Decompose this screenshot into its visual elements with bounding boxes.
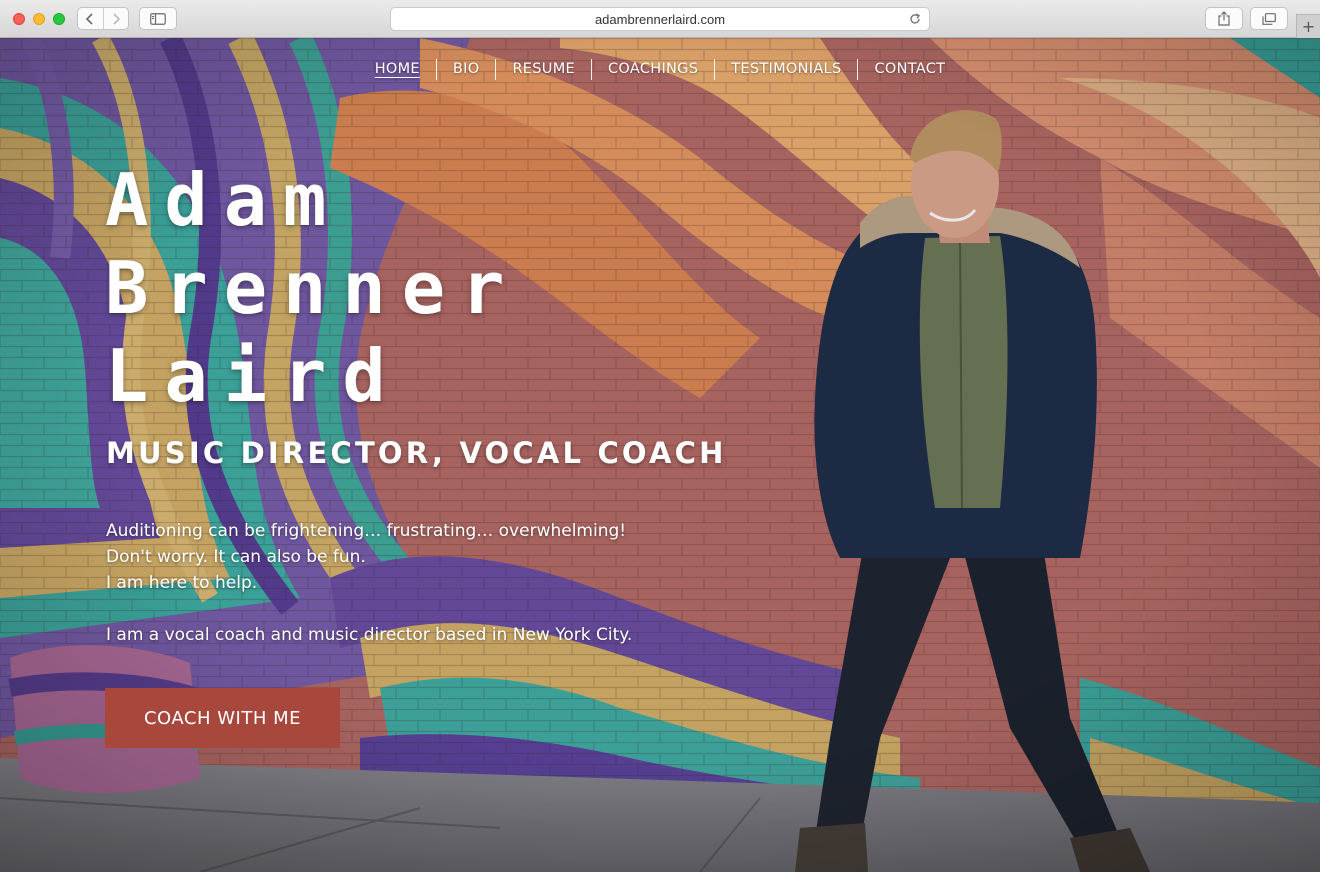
name-line-middle: Brenner (105, 246, 521, 330)
show-all-tabs-button[interactable] (1250, 7, 1288, 30)
intro-line: I am here to help. (106, 573, 258, 593)
new-tab-button[interactable]: + (1296, 14, 1320, 38)
nav-item-resume[interactable]: RESUME (496, 58, 591, 80)
coach-with-me-button[interactable]: COACH WITH ME (105, 688, 340, 748)
back-arrow-icon (86, 12, 93, 25)
hero-name: Adam Brenner Laird (105, 156, 520, 420)
plus-icon: + (1301, 17, 1316, 36)
forward-button[interactable] (102, 8, 129, 29)
close-window-button[interactable] (13, 13, 25, 25)
nav-item-home[interactable]: HOME (359, 58, 436, 80)
forward-arrow-icon (113, 12, 120, 25)
share-icon (1218, 11, 1230, 26)
main-nav: HOME BIO RESUME COACHINGS TESTIMONIALS C… (0, 58, 1320, 80)
address-bar[interactable]: adambrennerlaird.com (390, 7, 930, 31)
hero-section: HOME BIO RESUME COACHINGS TESTIMONIALS C… (0, 38, 1320, 872)
reload-icon[interactable] (908, 12, 922, 26)
name-line-last: Laird (105, 334, 402, 418)
name-line-first: Adam (105, 158, 343, 242)
share-button[interactable] (1205, 7, 1243, 30)
hero-subtitle: MUSIC DIRECTOR, VOCAL COACH (106, 436, 727, 470)
sidebar-icon (150, 12, 166, 25)
nav-item-coachings[interactable]: COACHINGS (592, 58, 714, 80)
zoom-window-button[interactable] (53, 13, 65, 25)
minimize-window-button[interactable] (33, 13, 45, 25)
tabs-icon (1262, 12, 1276, 25)
about-text: I am a vocal coach and music director ba… (106, 625, 633, 645)
intro-line: Don't worry. It can also be fun. (106, 547, 366, 567)
nav-item-testimonials[interactable]: TESTIMONIALS (715, 58, 857, 80)
intro-text: Auditioning can be frightening… frustrat… (106, 518, 626, 596)
url-text: adambrennerlaird.com (594, 12, 726, 27)
browser-window: adambrennerlaird.com + HOME BIO RESUME C… (0, 0, 1320, 872)
browser-toolbar: adambrennerlaird.com + (0, 0, 1320, 38)
nav-item-bio[interactable]: BIO (437, 58, 496, 80)
nav-item-contact[interactable]: CONTACT (858, 58, 961, 80)
intro-line: Auditioning can be frightening… frustrat… (106, 521, 627, 541)
back-button[interactable] (78, 8, 103, 29)
history-buttons (77, 7, 129, 30)
show-sidebar-button[interactable] (139, 7, 177, 30)
